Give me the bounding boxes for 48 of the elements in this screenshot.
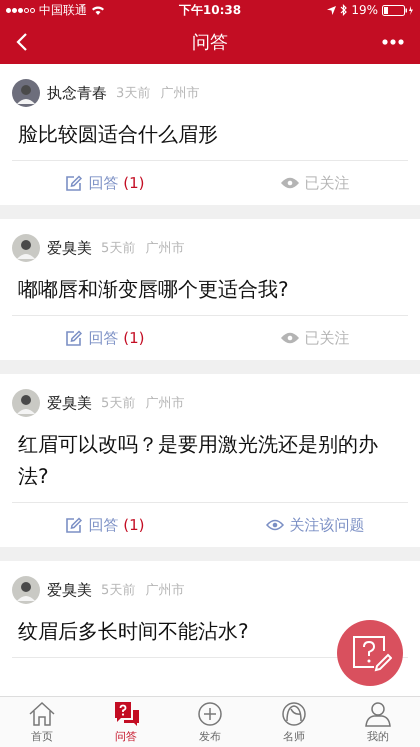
post-city: 广州市	[145, 582, 184, 599]
avatar-icon	[12, 234, 40, 262]
tab-item[interactable]: 名师	[252, 697, 336, 747]
eye-icon	[280, 332, 298, 344]
tab-item[interactable]: 首页	[0, 697, 84, 747]
tab-item[interactable]: 我的	[336, 697, 420, 747]
answer-button[interactable]: 回答 (1)	[0, 316, 210, 360]
post-time: 5天前	[101, 395, 136, 412]
avatar-icon	[12, 79, 40, 107]
more-icon[interactable]	[382, 39, 404, 45]
post-city: 广州市	[160, 85, 200, 102]
avatar-icon	[12, 389, 40, 417]
user-name: 爱臭美	[47, 238, 92, 258]
status-time: 下午10:38	[178, 2, 242, 18]
user-name: 爱臭美	[47, 394, 92, 412]
eye-icon	[266, 519, 284, 531]
edit-icon	[65, 174, 82, 192]
question-text[interactable]: 纹眉后多长时间不能沾水?	[0, 605, 420, 657]
follow-button[interactable]: 关注该问题	[210, 503, 420, 547]
question-text[interactable]: 红眉可以改吗？是要用激光洗还是别的办法?	[0, 418, 420, 502]
tab-icon	[27, 700, 57, 726]
signal-icon	[6, 8, 35, 12]
post-time: 5天前	[101, 240, 136, 257]
post-time: 5天前	[101, 582, 136, 599]
carrier-name: 中国联通	[39, 2, 87, 18]
question-text[interactable]: 嘟嘟唇和渐变唇哪个更适合我?	[0, 263, 420, 315]
answer-button[interactable]: 回答 (1)	[0, 503, 210, 547]
battery-icon	[382, 4, 414, 16]
user-name: 爱臭美	[47, 580, 92, 600]
wifi-icon	[91, 5, 105, 15]
battery-percent: 19%	[351, 3, 378, 17]
page-title: 问答	[192, 31, 228, 54]
tab-item[interactable]: 发布	[168, 697, 252, 747]
back-icon[interactable]	[16, 32, 28, 52]
avatar-icon	[12, 576, 40, 604]
question-text[interactable]: 脸比较圆适合什么眉形	[0, 108, 420, 160]
post-time: 3天前	[116, 85, 150, 102]
tab-icon	[363, 700, 393, 726]
post-city: 广州市	[145, 240, 184, 257]
eye-icon	[280, 177, 298, 189]
bluetooth-icon	[340, 4, 348, 16]
edit-icon	[65, 516, 82, 534]
user-name: 执念青春	[47, 84, 107, 102]
tab-item[interactable]: 问答	[84, 697, 168, 747]
location-icon	[327, 6, 336, 14]
post-city: 广州市	[145, 395, 184, 412]
edit-icon	[65, 330, 82, 346]
answer-button[interactable]: 回答 (1)	[0, 161, 210, 205]
